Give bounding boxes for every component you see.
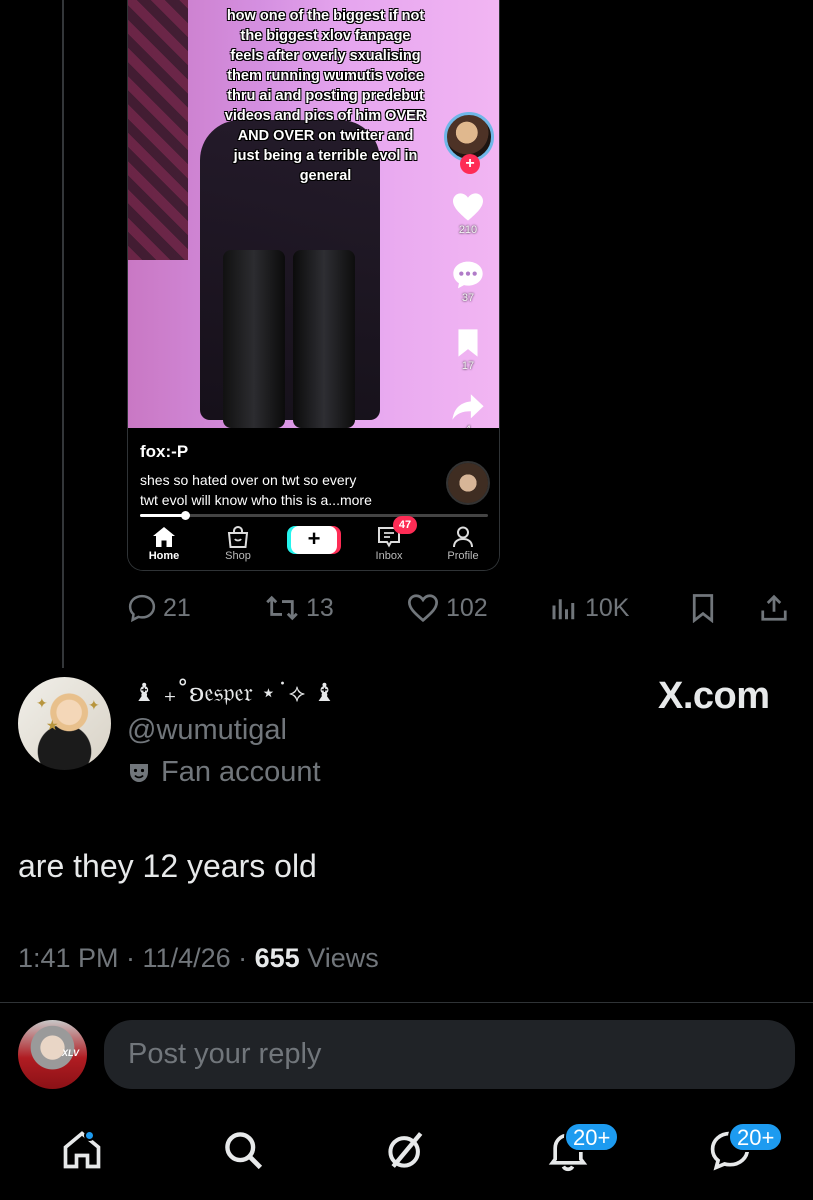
reply-bubble-icon	[128, 594, 156, 623]
tiktok-author: fox:-P	[140, 442, 189, 461]
tiktok-nav-shop: Shop	[206, 522, 270, 562]
tiktok-comments: 37	[440, 260, 496, 304]
tiktok-like: 210	[440, 192, 496, 236]
reply-action[interactable]: 21	[127, 588, 191, 628]
tiktok-nav-home: Home	[132, 522, 196, 562]
video-figure-arm	[128, 0, 188, 260]
post-views-count: 655	[254, 943, 300, 973]
share-action[interactable]	[759, 588, 789, 628]
follow-plus-icon: +	[460, 154, 480, 174]
comment-bubble-icon	[453, 261, 483, 289]
video-progress-bar	[140, 511, 488, 520]
video-progress-fill	[140, 514, 186, 517]
video-figure-leg	[223, 250, 285, 428]
tiktok-share: 4	[440, 392, 496, 428]
home-icon	[63, 1131, 101, 1169]
tiktok-caption-area: fox:-P shes so hated over on twt so ever…	[128, 428, 499, 570]
nav-grok[interactable]	[376, 1128, 436, 1184]
sound-disc-icon	[446, 461, 490, 505]
post-views-label: Views	[299, 943, 379, 973]
tiktok-caption: shes so hated over on twt so every twt e…	[140, 472, 372, 508]
bookmark-outline-icon	[692, 594, 714, 623]
nav-messages[interactable]: 20+	[700, 1122, 784, 1184]
grok-icon	[388, 1132, 423, 1168]
reply-box[interactable]	[104, 1020, 795, 1089]
star-decoration-icon: ✦	[88, 697, 100, 713]
bookmark-icon	[458, 329, 478, 357]
search-icon	[225, 1132, 263, 1170]
tiktok-nav-bar: Home Shop + Inbox 47 Profile	[128, 516, 499, 568]
quoted-post-actions: 21 13 102 10K	[127, 588, 793, 628]
star-decoration-icon: ✦	[36, 695, 48, 711]
reply-count: 21	[163, 593, 191, 622]
repost-icon	[266, 595, 298, 621]
thread-connector-line	[62, 0, 64, 668]
theater-masks-icon	[130, 763, 148, 782]
tiktok-inbox-badge: 47	[393, 516, 417, 534]
tiktok-create-button: +	[291, 526, 337, 554]
star-decoration-icon: ★	[46, 717, 59, 733]
notifications-badge: 20+	[564, 1122, 620, 1152]
fan-account-text: Fan account	[161, 756, 321, 788]
home-notification-dot	[84, 1130, 95, 1141]
home-icon	[153, 527, 175, 547]
like-action[interactable]: 102	[406, 588, 488, 628]
share-arrow-icon	[452, 394, 484, 420]
bookmark-action[interactable]	[689, 588, 717, 628]
user-avatar[interactable]: XLV	[18, 1020, 87, 1089]
video-figure-leg	[293, 250, 355, 428]
profile-icon	[453, 526, 473, 548]
video-frame: how one of the biggest if not the bigges…	[128, 0, 499, 428]
repost-count: 13	[306, 593, 334, 622]
video-overlay-text: how one of the biggest if not the bigges…	[224, 8, 427, 184]
bar-chart-icon	[552, 599, 575, 620]
x-logo-watermark: X.com	[658, 675, 770, 717]
post-text: are they 12 years old	[18, 848, 317, 884]
bottom-navigation: 20+ 20+	[0, 1110, 813, 1200]
post-metadata: 1:41 PM · 11/4/26 · 655 Views	[18, 943, 379, 974]
embedded-media[interactable]: how one of the biggest if not the bigges…	[127, 0, 500, 571]
like-count: 102	[446, 593, 488, 622]
fan-account-label: Fan account	[127, 756, 321, 789]
nav-home[interactable]	[52, 1128, 112, 1184]
repost-action[interactable]: 13	[264, 588, 334, 628]
tiktok-save: 17	[440, 328, 496, 372]
reply-input[interactable]	[104, 1020, 795, 1089]
heart-icon	[453, 193, 483, 221]
author-avatar[interactable]: ✦ ★ ✦	[18, 677, 111, 770]
nav-notifications[interactable]: 20+	[538, 1122, 620, 1184]
video-progress-knob	[181, 511, 191, 520]
tiktok-nav-profile: Profile	[431, 522, 495, 562]
avatar-tag-text: XLV	[62, 1048, 80, 1058]
messages-badge: 20+	[728, 1122, 784, 1152]
shopping-bag-icon	[227, 526, 249, 548]
heart-outline-icon	[407, 594, 439, 623]
post-timestamp[interactable]: 1:41 PM · 11/4/26 ·	[18, 943, 255, 973]
nav-search[interactable]	[213, 1128, 273, 1184]
view-count: 10K	[585, 593, 630, 622]
author-handle[interactable]: @wumutigal	[127, 714, 287, 747]
views-action[interactable]: 10K	[549, 588, 629, 628]
divider	[0, 1002, 813, 1003]
author-display-name[interactable]: ♝ ₊˚ʚ𝔢𝔰𝔭𝔢𝔯 ⋆˙⟡ ♝	[133, 678, 336, 708]
share-upload-icon	[761, 594, 787, 621]
